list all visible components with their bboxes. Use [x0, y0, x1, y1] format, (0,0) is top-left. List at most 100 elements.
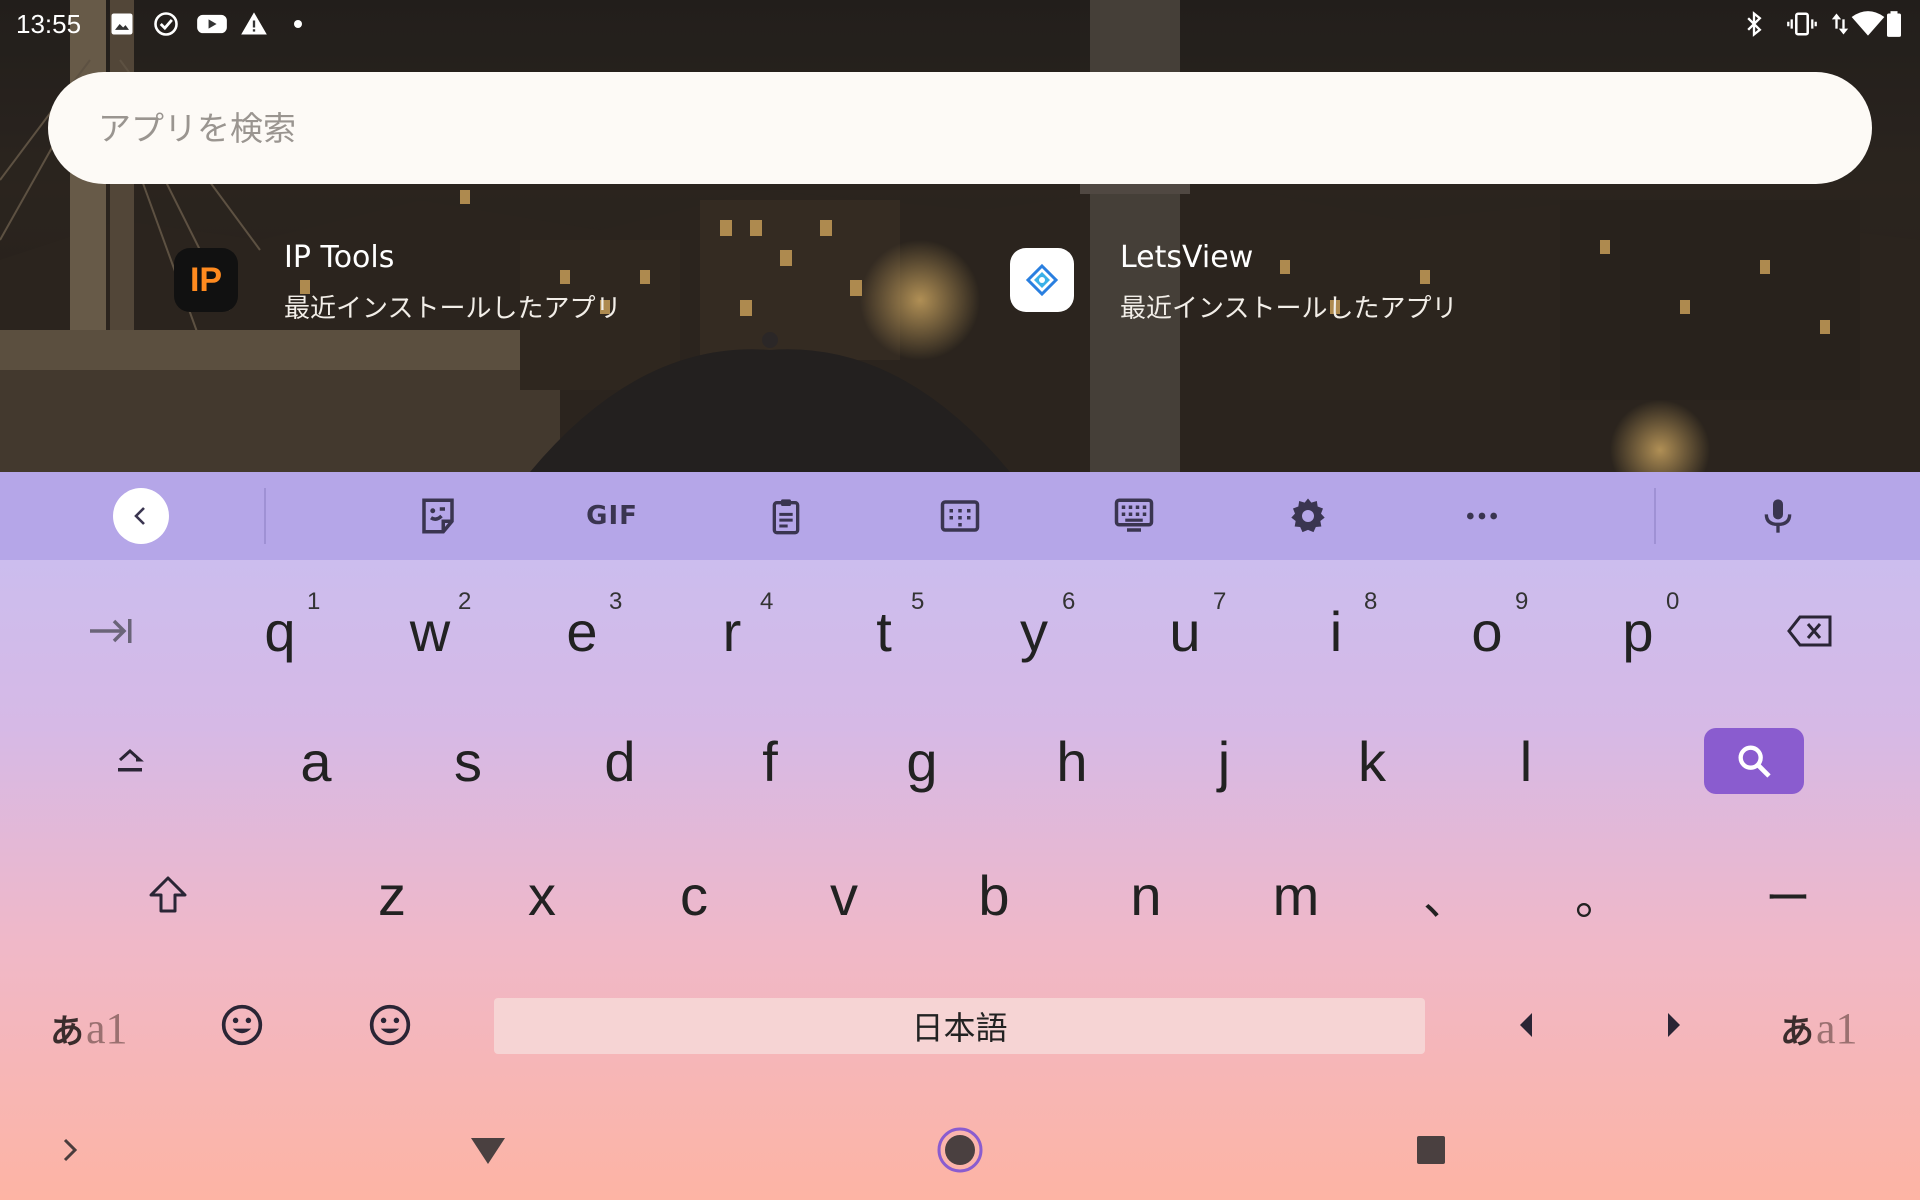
home-circle-icon [937, 1127, 983, 1173]
settings-button[interactable] [1278, 486, 1338, 546]
cursor-right-key[interactable] [1634, 970, 1714, 1080]
key-z[interactable]: z [332, 840, 452, 950]
tab-key[interactable] [60, 576, 164, 686]
key-a[interactable]: a [256, 706, 376, 816]
mic-icon [1764, 499, 1792, 533]
mode-alnum: a1 [86, 1004, 128, 1053]
key-label: e [566, 599, 598, 663]
key-label: l [1519, 729, 1533, 793]
key-comma-jp[interactable]: 、 [1386, 840, 1506, 950]
key-label: z [378, 863, 406, 927]
key-label: a [300, 729, 332, 793]
key-label: s [454, 729, 482, 793]
key-long-vowel[interactable]: ー [1728, 840, 1848, 950]
key-y[interactable]: y6 [974, 576, 1094, 686]
key-t[interactable]: t5 [824, 576, 944, 686]
keyboard-mode-button[interactable] [1104, 486, 1164, 546]
key-v[interactable]: v [784, 840, 904, 950]
app-name: IP Tools [284, 240, 395, 275]
emoji-key-2[interactable] [350, 970, 430, 1080]
space-key[interactable]: 日本語 [494, 998, 1425, 1054]
search-icon [1738, 745, 1771, 778]
key-period-jp[interactable]: 。 [1538, 840, 1658, 950]
mode-alnum: a1 [1816, 1004, 1858, 1053]
nav-back-button[interactable] [460, 1125, 516, 1175]
sticker-icon [422, 498, 454, 534]
key-f[interactable]: f [710, 706, 830, 816]
nav-recents-button[interactable] [1410, 1125, 1452, 1175]
sticker-button[interactable] [408, 486, 468, 546]
app-search-bar[interactable] [48, 72, 1872, 184]
city-night-scene [0, 0, 1920, 472]
keyboard-toolbar: GIF [0, 472, 1920, 560]
key-c[interactable]: c [634, 840, 754, 950]
key-s[interactable]: s [408, 706, 528, 816]
shift-lock-key[interactable] [90, 706, 170, 816]
nav-expand-button[interactable] [50, 1125, 90, 1175]
input-mode-key-left[interactable]: あ a1 [50, 1003, 128, 1053]
voice-input-button[interactable] [1748, 486, 1808, 546]
chevron-right-icon [63, 1138, 78, 1162]
key-k[interactable]: k [1312, 706, 1432, 816]
mode-kana: あ [50, 1012, 84, 1052]
backspace-key[interactable] [1760, 576, 1860, 686]
key-label: p [1622, 599, 1654, 663]
key-l[interactable]: l [1466, 706, 1586, 816]
app-subtitle: 最近インストールしたアプリ [1120, 294, 1458, 324]
gif-button[interactable]: GIF [582, 486, 642, 546]
key-n[interactable]: n [1086, 840, 1206, 950]
key-g[interactable]: g [862, 706, 982, 816]
more-options-button[interactable] [1452, 486, 1512, 546]
tab-arrow-icon [90, 619, 132, 643]
key-label: j [1217, 729, 1231, 793]
status-time: 13:55 [16, 9, 82, 39]
nav-home-button[interactable] [934, 1120, 986, 1180]
image-icon [108, 10, 136, 38]
bluetooth-icon [1742, 10, 1766, 38]
key-u[interactable]: u7 [1125, 576, 1245, 686]
emoji-key[interactable] [202, 970, 282, 1080]
key-q[interactable]: q1 [220, 576, 340, 686]
key-j[interactable]: j [1164, 706, 1284, 816]
chevron-left-icon [134, 507, 145, 525]
clipboard-icon [772, 499, 800, 535]
shift-key[interactable] [118, 840, 218, 950]
key-h[interactable]: h [1012, 706, 1132, 816]
vibrate-icon [1786, 10, 1818, 38]
key-label: h [1056, 729, 1088, 793]
key-d[interactable]: d [560, 706, 680, 816]
key-x[interactable]: x [482, 840, 602, 950]
key-label: n [1130, 863, 1162, 927]
key-w[interactable]: w2 [370, 576, 490, 686]
key-e[interactable]: e3 [522, 576, 642, 686]
recent-app-ip-tools[interactable]: IP IP Tools 最近インストールしたアプリ [174, 240, 814, 330]
collapse-toolbar-button[interactable] [113, 488, 169, 544]
key-hint: 2 [458, 588, 472, 615]
input-mode-key-right[interactable]: あ a1 [1780, 1003, 1858, 1053]
key-label: ー [1765, 872, 1811, 924]
key-b[interactable]: b [934, 840, 1054, 950]
key-i[interactable]: i8 [1276, 576, 1396, 686]
letsview-app-icon [1010, 248, 1074, 312]
cursor-left-key[interactable] [1486, 970, 1566, 1080]
key-p[interactable]: p0 [1578, 576, 1698, 686]
key-label: b [978, 863, 1010, 927]
key-hint: 8 [1364, 588, 1378, 615]
app-search-input[interactable] [98, 72, 1798, 184]
key-o[interactable]: o9 [1427, 576, 1547, 686]
numpad-button[interactable] [930, 486, 990, 546]
key-hint: 5 [911, 588, 925, 615]
youtube-icon [196, 10, 228, 38]
key-r[interactable]: r4 [672, 576, 792, 686]
clipboard-button[interactable] [756, 486, 816, 546]
key-hint: 3 [609, 588, 623, 615]
key-label: 、 [1423, 872, 1469, 924]
key-label: 。 [1575, 872, 1621, 924]
search-action-key[interactable] [1704, 728, 1804, 794]
key-label: t [876, 599, 892, 663]
wallpaper [0, 0, 1920, 472]
recent-app-letsview[interactable]: LetsView 最近インストールしたアプリ [1010, 240, 1650, 330]
key-m[interactable]: m [1236, 840, 1356, 950]
key-hint: 0 [1666, 588, 1680, 615]
more-icon [1467, 512, 1497, 520]
